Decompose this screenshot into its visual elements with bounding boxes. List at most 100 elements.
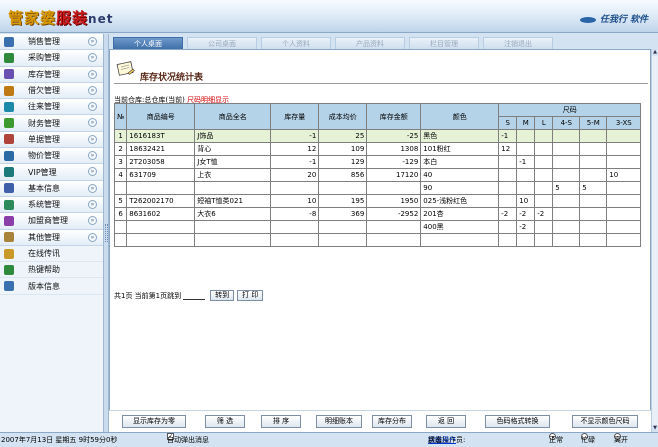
action-button[interactable]: 筛 选 <box>205 415 245 428</box>
action-button[interactable]: 明细账本 <box>316 415 362 428</box>
pager: 共1页 当前第1页跳到 转到 打 印 <box>114 290 264 301</box>
size-column-header[interactable]: 5-M <box>579 116 608 130</box>
column-header[interactable]: 库存量 <box>270 103 320 130</box>
table-row[interactable]: 6 8631602 大衣6 -8 369 -2952 201杏 -2 -2 -2 <box>113 207 642 221</box>
brand-text: 任我行 软件 <box>599 15 648 25</box>
sidebar-link[interactable]: 热键帮助 <box>0 262 103 279</box>
table-row[interactable]: 1 1616183T J饰品 -1 25 -25 黑色 -1 <box>113 129 642 143</box>
sidebar-item[interactable]: 借欠管理 » <box>0 82 103 100</box>
expand-arrow-icon[interactable]: » <box>88 118 97 128</box>
table-row[interactable]: 90 5 5 <box>113 181 642 195</box>
sidebar-item[interactable]: 往来管理 » <box>0 99 103 116</box>
speaker-icon <box>4 248 14 259</box>
size-column-header[interactable]: 4-S <box>552 116 581 130</box>
action-button[interactable]: 排 序 <box>261 415 301 428</box>
expand-arrow-icon[interactable]: » <box>88 85 97 95</box>
action-button[interactable]: 色码格式转换 <box>485 415 550 428</box>
tab[interactable]: 公司桌面 <box>187 37 257 49</box>
sidebar-item[interactable]: 财务管理 » <box>0 115 103 132</box>
size-qty-cell <box>534 129 554 143</box>
state-normal-label: 正常 <box>549 436 563 444</box>
empty-cell <box>366 233 422 247</box>
sidebar-link[interactable]: 版本信息 <box>0 278 103 295</box>
tab[interactable]: 注销退出 <box>483 37 553 49</box>
splitter-grip[interactable] <box>105 224 108 242</box>
table-row[interactable]: 2 18632421 背心 12 109 1308 101粉红 12 <box>113 142 642 156</box>
sidebar-link-label: 热键帮助 <box>28 265 60 275</box>
table-row[interactable]: 4 631709 上衣 20 856 17120 40 10 <box>113 168 642 182</box>
sidebar-item[interactable]: 其他管理 » <box>0 229 103 246</box>
size-qty-cell: 10 <box>606 168 642 182</box>
column-header[interactable]: 商品编号 <box>126 103 196 130</box>
size-column-header[interactable]: S <box>498 116 518 130</box>
action-button[interactable]: 返 回 <box>426 415 466 428</box>
size-qty-cell <box>498 181 518 195</box>
sidebar-link[interactable]: 在线传讯 <box>0 245 103 263</box>
size-qty-cell: -2 <box>534 207 554 221</box>
expand-arrow-icon[interactable]: » <box>88 102 97 112</box>
sidebar-item[interactable]: 基本信息 » <box>0 180 103 197</box>
expand-arrow-icon[interactable]: » <box>88 69 97 79</box>
size-column-header[interactable]: M <box>516 116 536 130</box>
product-code-cell: 8631602 <box>126 207 196 221</box>
column-header[interactable]: 商品全名 <box>194 103 272 130</box>
expand-arrow-icon[interactable]: » <box>88 134 97 144</box>
row-number: 4 <box>113 168 128 182</box>
expand-arrow-icon[interactable]: » <box>88 216 97 226</box>
size-qty-cell <box>534 142 554 156</box>
version-icon <box>4 281 14 292</box>
table-row[interactable]: 5 T262002170 短袖T恤类021 10 195 1950 025-浅粉红色 10 <box>113 194 642 208</box>
expand-arrow-icon[interactable]: » <box>88 232 97 242</box>
scroll-down-icon[interactable]: ▼ <box>652 425 658 432</box>
empty-cell <box>606 233 642 247</box>
tab[interactable]: 栏目管理 <box>409 37 479 49</box>
column-header[interactable]: 颜色 <box>420 103 500 130</box>
column-header[interactable]: 库存金额 <box>366 103 422 130</box>
avg-cost-cell: 369 <box>318 207 368 221</box>
sidebar-item[interactable]: 销售管理 » <box>0 34 103 51</box>
size-column-header[interactable]: L <box>534 116 554 130</box>
goto-button[interactable]: 转到 <box>210 290 235 301</box>
sidebar-item[interactable]: 采购管理 » <box>0 50 103 67</box>
size-qty-cell <box>552 194 581 208</box>
product-name-cell: 上衣 <box>194 168 272 182</box>
action-button[interactable]: 显示库存为零 <box>122 415 186 428</box>
expand-arrow-icon[interactable]: » <box>88 199 97 209</box>
expand-arrow-icon[interactable]: » <box>88 53 97 63</box>
tab-bar: 个人桌面 公司桌面 个人资料 产品资料 栏目管理 注销退出 <box>109 34 658 49</box>
sidebar-item[interactable]: 单据管理 » <box>0 131 103 149</box>
product-code-cell: 2T203058 <box>126 155 196 169</box>
sidebar-item[interactable]: 库存管理 » <box>0 66 103 83</box>
size-qty-cell <box>534 194 554 208</box>
row-number <box>113 220 128 234</box>
sidebar-item-label: 其他管理 <box>28 232 60 242</box>
print-button[interactable]: 打 印 <box>237 290 264 301</box>
table-row[interactable]: 3 2T203058 J女T恤 -1 129 -129 本白 -1 <box>113 155 642 169</box>
size-qty-cell <box>552 155 581 169</box>
expand-arrow-icon[interactable]: » <box>88 37 97 46</box>
size-qty-cell <box>498 155 518 169</box>
tab[interactable]: 个人资料 <box>261 37 331 49</box>
sidebar-item[interactable]: 系统管理 » <box>0 196 103 214</box>
vertical-scrollbar[interactable]: ▲ ▼ <box>651 49 658 432</box>
sidebar-item[interactable]: 加盟商管理 » <box>0 213 103 230</box>
scroll-up-icon[interactable]: ▲ <box>652 49 658 56</box>
column-header[interactable]: № <box>113 103 128 130</box>
action-button[interactable]: 不显示颜色尺码 <box>572 415 638 428</box>
action-button[interactable]: 库存分布 <box>372 415 412 428</box>
expand-arrow-icon[interactable]: » <box>88 183 97 193</box>
product-code-cell <box>126 220 196 234</box>
sidebar-item[interactable]: 物价管理 » <box>0 148 103 165</box>
sidebar-item[interactable]: VIP管理 » <box>0 164 103 181</box>
page-jump-input[interactable] <box>183 291 206 300</box>
size-column-header[interactable]: 3-XS <box>606 116 642 130</box>
size-qty-cell: -2 <box>516 220 536 234</box>
expand-arrow-icon[interactable]: » <box>88 151 97 161</box>
row-number: 2 <box>113 142 128 156</box>
table-row[interactable]: 400黑 -2 <box>113 220 642 234</box>
expand-arrow-icon[interactable]: » <box>88 167 97 177</box>
table-header-row: № 商品编号 商品全名 库存量 成本均价 库存金额 颜色 尺码 <box>113 103 642 130</box>
tab[interactable]: 产品资料 <box>335 37 405 49</box>
tab[interactable]: 个人桌面 <box>113 37 183 49</box>
column-header[interactable]: 成本均价 <box>318 103 368 130</box>
